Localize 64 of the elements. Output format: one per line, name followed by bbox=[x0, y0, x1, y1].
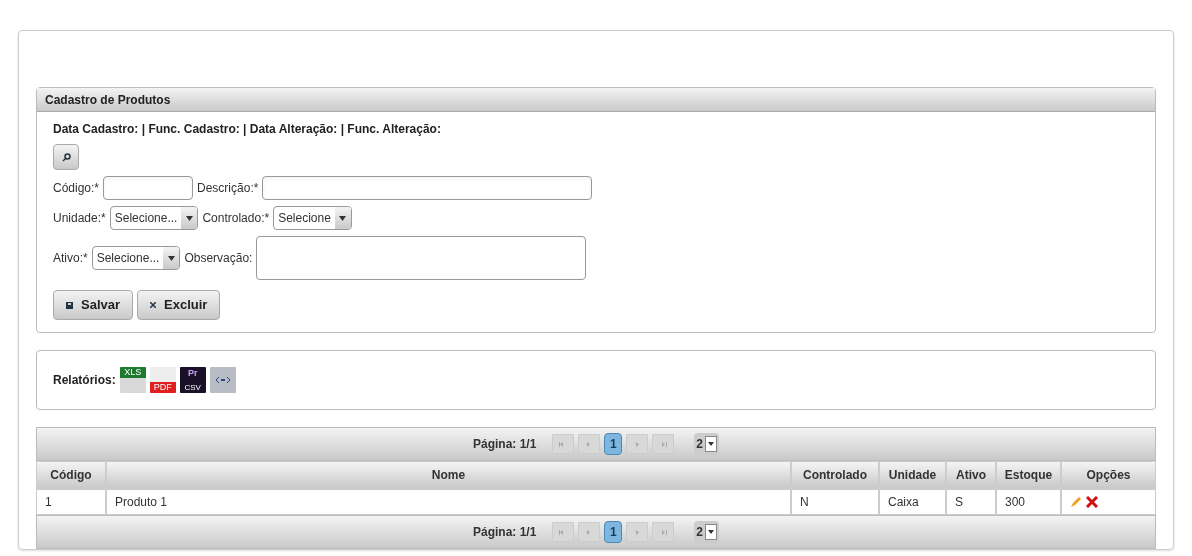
select-field[interactable]: Selecione bbox=[273, 206, 352, 230]
table-cell-text: Caixa bbox=[888, 494, 919, 511]
page-button[interactable]: 1 bbox=[604, 521, 623, 543]
field-label: Código:* bbox=[53, 180, 100, 197]
next-end-page-button[interactable] bbox=[652, 434, 675, 454]
table-cell-text: N bbox=[800, 494, 809, 511]
table-cell-text: S bbox=[955, 494, 963, 511]
search-button[interactable] bbox=[53, 144, 79, 170]
previous-page-button[interactable] bbox=[578, 522, 601, 542]
pencil-icon[interactable] bbox=[1070, 496, 1082, 508]
excel-export-button[interactable]: XLS bbox=[119, 367, 146, 393]
caret-icon bbox=[708, 442, 714, 446]
column-header: Unidade bbox=[879, 461, 946, 489]
rows-per-page-select[interactable]: 2 bbox=[694, 521, 719, 543]
reports-label: Relatórios: bbox=[53, 372, 116, 389]
next-page-button[interactable] bbox=[626, 522, 649, 542]
caret-icon bbox=[185, 215, 193, 221]
table-cell-text: 300 bbox=[1005, 494, 1026, 511]
audit-info: Data Cadastro: | Func. Cadastro: | Data Alteração: | Func. Alteração: bbox=[53, 121, 442, 138]
page-info: Página: 1/1 bbox=[472, 436, 537, 453]
select-field[interactable]: Selecione... bbox=[109, 206, 199, 230]
previous-end-page-button[interactable] bbox=[552, 522, 575, 542]
column-header: Código bbox=[36, 461, 106, 489]
page-info: Página: 1/1 bbox=[472, 524, 537, 541]
xml-export-button[interactable] bbox=[209, 367, 236, 393]
field-label: Observação: bbox=[184, 250, 253, 267]
search-icon bbox=[61, 152, 71, 162]
textarea-field[interactable] bbox=[256, 236, 587, 280]
column-header: Controlado bbox=[791, 461, 879, 489]
column-header: Nome bbox=[106, 461, 791, 489]
field-label: Descrição:* bbox=[197, 180, 259, 197]
previous-end-page-button[interactable] bbox=[552, 434, 575, 454]
floppy-icon bbox=[66, 301, 73, 309]
column-header: Opções bbox=[1061, 461, 1156, 489]
rows-per-page-select[interactable]: 2 bbox=[694, 433, 719, 455]
right-arrow-icon bbox=[633, 529, 642, 535]
previous-page-button[interactable] bbox=[578, 434, 601, 454]
delete-icon[interactable] bbox=[1086, 496, 1098, 508]
right-arrow-icon bbox=[633, 441, 642, 447]
column-header: Ativo bbox=[946, 461, 996, 489]
csv-export-button[interactable]: Pr CSV bbox=[179, 367, 206, 393]
save-button[interactable]: Salvar bbox=[53, 290, 134, 320]
caret-icon bbox=[708, 530, 714, 534]
next-end-page-button[interactable] bbox=[652, 522, 675, 542]
page-button[interactable]: 1 bbox=[604, 433, 623, 455]
right-arrow-icon bbox=[659, 441, 668, 447]
delete-button[interactable]: Excluir bbox=[137, 290, 221, 320]
pdf-export-button[interactable]: PDF bbox=[149, 367, 176, 393]
next-page-button[interactable] bbox=[626, 434, 649, 454]
field-label: Controlado:* bbox=[202, 210, 270, 227]
right-arrow-icon bbox=[659, 529, 668, 535]
panel-title: Cadastro de Produtos bbox=[45, 91, 171, 109]
text-field[interactable] bbox=[103, 176, 194, 200]
text-field[interactable] bbox=[262, 176, 593, 200]
field-label: Ativo:* bbox=[53, 250, 88, 267]
select-field[interactable]: Selecione... bbox=[91, 246, 181, 270]
column-header: Estoque bbox=[996, 461, 1061, 489]
code-icon bbox=[215, 377, 230, 383]
caret-icon bbox=[339, 215, 347, 221]
table-cell-text: 1 bbox=[45, 494, 52, 511]
caret-icon bbox=[167, 255, 175, 261]
table-cell-text: Produto 1 bbox=[115, 494, 168, 511]
field-label: Unidade:* bbox=[53, 210, 106, 227]
close-icon bbox=[150, 302, 157, 308]
